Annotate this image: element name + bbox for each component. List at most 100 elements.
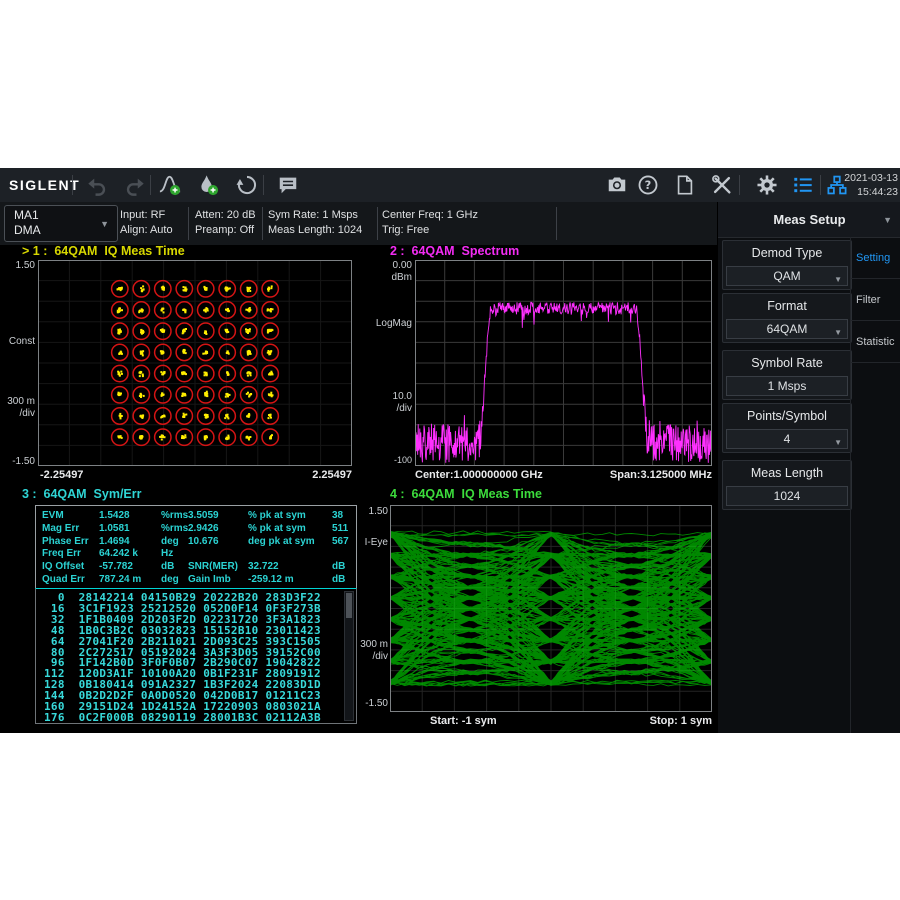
control-label: Points/Symbol bbox=[723, 404, 851, 426]
spectrum-plot[interactable] bbox=[415, 260, 712, 466]
status-divider bbox=[556, 207, 557, 240]
constellation-plot[interactable] bbox=[38, 260, 352, 466]
control-format[interactable]: Format 64QAM▼ bbox=[722, 293, 852, 343]
status-line: Trig: Free bbox=[382, 223, 478, 238]
toolbar-separator bbox=[820, 175, 821, 195]
symerr-cell: 2.9426 bbox=[188, 523, 248, 534]
symerr-row: Phase Err1.4694deg10.676deg pk at sym567 bbox=[42, 536, 354, 547]
status-line: Input: RF bbox=[120, 208, 173, 223]
siglent-logo: SIGLENT bbox=[9, 168, 80, 202]
symerr-cell: 787.24 m bbox=[99, 574, 161, 585]
control-value[interactable]: 1 Msps bbox=[726, 376, 848, 396]
settings-icon[interactable] bbox=[756, 174, 778, 196]
symerr-cell: deg pk at sym bbox=[248, 536, 332, 547]
remark-icon[interactable] bbox=[277, 174, 299, 196]
symerr-cell: 1.0581 bbox=[99, 523, 161, 534]
control-value[interactable]: 4▼ bbox=[726, 429, 848, 449]
status-group: Center Freq: 1 GHzTrig: Free bbox=[382, 208, 478, 238]
symerr-cell: Phase Err bbox=[42, 536, 99, 547]
redo-icon[interactable] bbox=[124, 174, 146, 196]
eye-diagram-plot[interactable] bbox=[390, 505, 712, 712]
symerr-cell: 38 bbox=[332, 510, 354, 521]
control-demod-type[interactable]: Demod TypeQAM▼ bbox=[722, 240, 852, 290]
screenshot-icon[interactable] bbox=[606, 174, 628, 196]
meas-setup-header[interactable]: Meas Setup ▼ bbox=[718, 202, 900, 238]
status-divider bbox=[377, 207, 378, 240]
w1-axis-label: Const bbox=[0, 336, 35, 347]
tab-statistic[interactable]: Statistic bbox=[851, 321, 900, 363]
toolbar-separator bbox=[72, 175, 73, 195]
symerr-cell: Hz bbox=[161, 548, 188, 559]
w4-start-label: Start: -1 sym bbox=[430, 715, 497, 727]
symerr-cell: %rms bbox=[161, 523, 188, 534]
control-points-symbol[interactable]: Points/Symbol 4▼ bbox=[722, 403, 852, 453]
symerr-cell: %rms bbox=[161, 510, 188, 521]
symerr-cell: % pk at sym bbox=[248, 523, 332, 534]
symerr-cell bbox=[248, 548, 332, 559]
symerr-cell: 511 bbox=[332, 523, 354, 534]
svg-text:?: ? bbox=[645, 178, 652, 192]
w2-ref-label: 0.00 bbox=[356, 260, 412, 271]
symerr-cell: 1.5428 bbox=[99, 510, 161, 521]
hex-row: 176 0C2F000B 08290119 28001B3C 02112A3B bbox=[44, 711, 321, 724]
symerr-cell: 64.242 k bbox=[99, 548, 161, 559]
symerr-row: Freq Err64.242 kHz bbox=[42, 548, 354, 559]
symerr-cell: dB bbox=[332, 561, 354, 572]
symbol-hex-table: 0 28142214 04150B29 20222B20 283D3F22 16… bbox=[35, 588, 357, 724]
status-bar: MA1 DMA ▼ Input: RFAlign: AutoAtten: 20 … bbox=[0, 202, 717, 245]
symerr-cell: -57.782 bbox=[99, 561, 161, 572]
symerr-cell: -259.12 m bbox=[248, 574, 332, 585]
control-value[interactable]: 1024 bbox=[726, 486, 848, 506]
tab-filter[interactable]: Filter bbox=[851, 279, 900, 321]
symerr-cell: dB bbox=[332, 574, 354, 585]
menu-list-icon[interactable] bbox=[792, 174, 814, 196]
control-value[interactable]: QAM▼ bbox=[726, 266, 848, 286]
sidebar-meas-setup: Meas Setup ▼ Demod TypeQAM▼Format64QAM▼S… bbox=[717, 202, 900, 733]
chevron-down-icon: ▼ bbox=[834, 434, 842, 452]
w1-perdiv-label: 300 m bbox=[0, 396, 35, 407]
peak-search-add-icon[interactable] bbox=[159, 174, 181, 196]
symerr-cell: deg bbox=[161, 536, 188, 547]
symerr-cell: IQ Offset bbox=[42, 561, 99, 572]
w3-title: 3 : 64QAM Sym/Err bbox=[22, 487, 142, 501]
symerr-cell bbox=[332, 548, 354, 559]
undo-icon[interactable] bbox=[86, 174, 108, 196]
status-group: Input: RFAlign: Auto bbox=[120, 208, 173, 238]
control-value[interactable]: 64QAM▼ bbox=[726, 319, 848, 339]
control-label: Symbol Rate bbox=[723, 351, 851, 373]
meas-setup-title: Meas Setup bbox=[718, 202, 900, 237]
file-icon[interactable] bbox=[674, 174, 696, 196]
tab-setting[interactable]: Setting bbox=[851, 237, 900, 279]
analyzer-screen: SIGLENT ? 2021-03-13 15:44:23 MA1 DMA ▼ … bbox=[0, 168, 900, 733]
symerr-cell: deg bbox=[161, 574, 188, 585]
w2-refunit-label: dBm bbox=[356, 272, 412, 283]
mode-line1: MA1 bbox=[14, 208, 39, 222]
w4-perdiv-unit: /div bbox=[352, 651, 388, 662]
control-symbol-rate[interactable]: Symbol Rate 1 Msps bbox=[722, 350, 852, 400]
status-divider bbox=[188, 207, 189, 240]
symerr-cell: Gain Imb bbox=[188, 574, 248, 585]
preset-recall-icon[interactable] bbox=[236, 174, 258, 196]
control-meas-length[interactable]: Meas Length1024 bbox=[722, 460, 852, 510]
symerr-cell: 32.722 bbox=[248, 561, 332, 572]
scrollbar-thumb[interactable] bbox=[346, 593, 352, 618]
w2-span-label: Span:3.125000 MHz bbox=[512, 469, 712, 481]
mode-selector[interactable]: MA1 DMA ▼ bbox=[4, 205, 118, 242]
w2-scale-label: LogMag bbox=[356, 318, 412, 329]
time-label: 15:44:23 bbox=[826, 185, 898, 199]
tools-icon[interactable] bbox=[711, 174, 733, 196]
w4-stop-label: Stop: 1 sym bbox=[512, 715, 712, 727]
status-line: Sym Rate: 1 Msps bbox=[268, 208, 362, 223]
status-line: Center Freq: 1 GHz bbox=[382, 208, 478, 223]
help-icon[interactable]: ? bbox=[637, 174, 659, 196]
chevron-down-icon: ▼ bbox=[100, 219, 109, 229]
symerr-cell: Quad Err bbox=[42, 574, 99, 585]
symerr-row: Quad Err787.24 mdegGain Imb-259.12 mdB bbox=[42, 574, 354, 585]
w1-ytop-label: 1.50 bbox=[0, 260, 35, 271]
w2-ybot-label: -100 bbox=[356, 455, 412, 465]
limit-add-icon[interactable] bbox=[197, 174, 219, 196]
chevron-down-icon: ▼ bbox=[883, 215, 892, 225]
w4-ybot-label: -1.50 bbox=[352, 698, 388, 709]
control-label: Format bbox=[723, 294, 851, 316]
w4-perdiv-label: 300 m bbox=[352, 639, 388, 650]
